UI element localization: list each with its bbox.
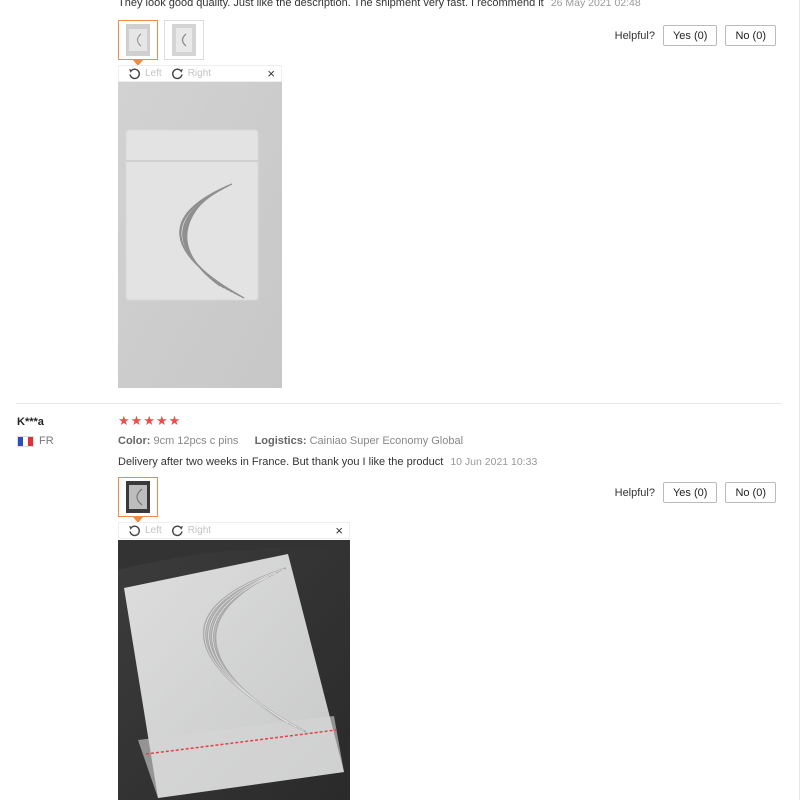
rotate-left-button[interactable]: Left <box>128 67 162 80</box>
helpful-yes-button[interactable]: Yes (0) <box>662 482 718 503</box>
review-text-line: They look good quality. Just like the de… <box>118 0 641 9</box>
review-photo <box>118 82 282 388</box>
review-item: K***a FR ★ ★ ★ ★ ★ Color: 9cm 12pcs c pi… <box>0 404 800 800</box>
thumbnail-image <box>172 24 196 56</box>
reviewer-country: FR <box>17 435 54 447</box>
photo-needles-bag <box>118 82 282 388</box>
country-code: FR <box>39 435 54 447</box>
rotate-left-icon <box>129 68 140 80</box>
star-icon: ★ <box>143 413 155 428</box>
logistics-key: Logistics: <box>254 435 307 447</box>
rotate-left-icon <box>129 525 140 537</box>
rotate-right-button[interactable]: Right <box>171 524 211 537</box>
helpful-no-button[interactable]: No (0) <box>725 482 776 503</box>
france-flag-icon <box>17 435 34 447</box>
review-thumbnails <box>118 477 158 523</box>
image-viewer-toolbar: Left Right × <box>118 522 350 539</box>
review-date: 26 May 2021 02:48 <box>550 0 641 9</box>
thumbnail-image <box>126 24 150 56</box>
helpful-controls: Helpful? Yes (0) No (0) <box>615 25 776 46</box>
star-icon: ★ <box>130 413 143 428</box>
star-icon: ★ <box>155 413 168 428</box>
rotate-left-label: Left <box>145 525 162 536</box>
logistics-value: Cainiao Super Economy Global <box>309 435 464 447</box>
review-thumbnail[interactable] <box>118 477 158 523</box>
review-text: Delivery after two weeks in France. But … <box>118 456 444 468</box>
helpful-no-button[interactable]: No (0) <box>725 25 776 46</box>
review-text-line: Delivery after two weeks in France. But … <box>118 456 537 468</box>
rotate-right-label: Right <box>187 525 212 536</box>
review-date: 10 Jun 2021 10:33 <box>450 456 538 468</box>
helpful-label: Helpful? <box>614 29 655 42</box>
helpful-label: Helpful? <box>614 486 655 499</box>
helpful-controls: Helpful? Yes (0) No (0) <box>615 482 776 503</box>
review-thumbnail[interactable] <box>118 20 158 66</box>
close-icon[interactable]: × <box>335 523 343 539</box>
image-viewer-toolbar: Left Right × <box>118 65 282 82</box>
helpful-yes-button[interactable]: Yes (0) <box>662 25 718 46</box>
rotate-left-label: Left <box>145 68 162 79</box>
star-icon: ★ <box>118 413 130 428</box>
star-rating: ★ ★ ★ ★ ★ <box>118 414 180 428</box>
photo-needles-bag <box>118 540 350 800</box>
review-item: They look good quality. Just like the de… <box>0 0 800 404</box>
rotate-right-icon <box>171 68 183 80</box>
review-thumbnail[interactable] <box>164 20 204 60</box>
review-thumbnails <box>118 20 204 66</box>
close-icon[interactable]: × <box>267 66 275 82</box>
star-icon: ★ <box>168 413 181 428</box>
rotate-right-icon <box>171 525 183 537</box>
review-text: They look good quality. Just like the de… <box>118 0 544 9</box>
reviewer-name: K***a <box>17 416 44 428</box>
rotate-right-label: Right <box>187 68 212 79</box>
color-key: Color: <box>118 435 151 447</box>
reviews-panel: They look good quality. Just like the de… <box>0 0 800 800</box>
review-photo <box>118 540 350 800</box>
thumbnail-image <box>126 481 150 513</box>
rotate-right-button[interactable]: Right <box>171 67 211 80</box>
color-value: 9cm 12pcs c pins <box>153 435 239 447</box>
rotate-left-button[interactable]: Left <box>128 524 162 537</box>
order-attributes: Color: 9cm 12pcs c pins Logistics: Caini… <box>118 435 463 447</box>
